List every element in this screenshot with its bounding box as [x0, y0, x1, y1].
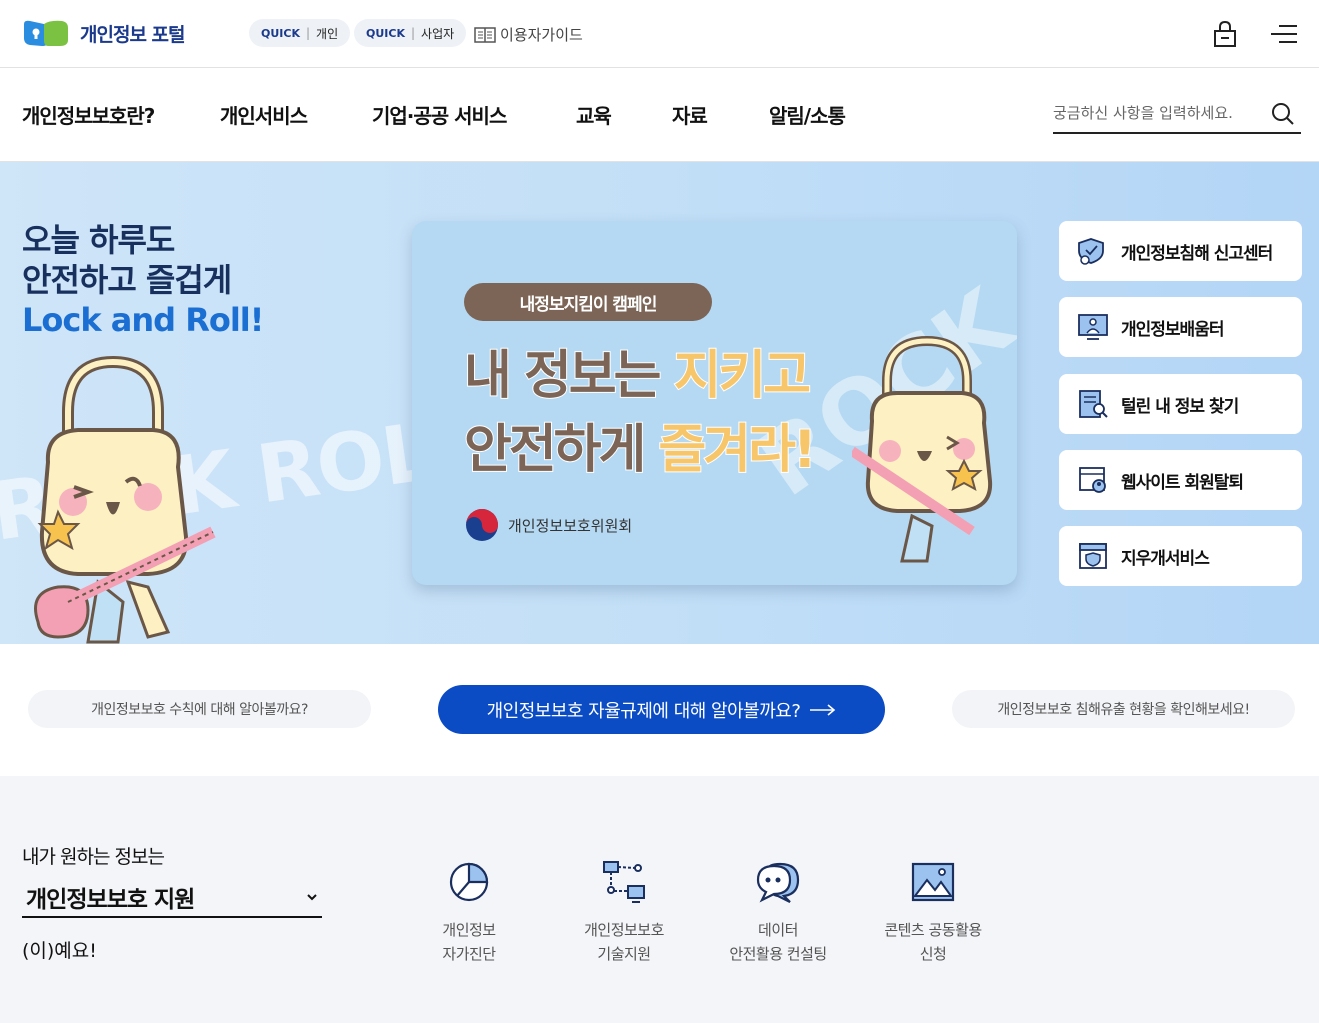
organization-name: 개인정보보호위원회: [508, 516, 633, 535]
organization: 개인정보보호위원회: [464, 507, 632, 543]
nav-item-notices[interactable]: 알림/소통: [769, 100, 846, 129]
divider: |: [410, 26, 416, 40]
campaign-pill: 내정보지킴이 캠페인: [464, 283, 712, 321]
info-category-select[interactable]: 개인정보보호 지원: [22, 878, 322, 918]
lock-mascot-illustration: [852, 335, 993, 563]
quick-business-button[interactable]: QUICK | 사업자: [354, 19, 467, 47]
banner-headline-1: 내 정보는 지키고: [463, 345, 812, 407]
side-button-website-withdrawal[interactable]: 웹사이트 회원탈퇴: [1059, 450, 1302, 510]
hero-title-line: Lock and Roll!: [22, 301, 264, 339]
side-button-label: 개인정보배움터: [1121, 319, 1224, 340]
service-label: 기술지원: [597, 945, 651, 963]
window-user-icon: [1079, 467, 1106, 493]
top-icons: [1213, 20, 1297, 48]
selector-suffix: (이)예요!: [22, 940, 97, 962]
taegeuk-icon: [466, 509, 498, 541]
nav-item-education[interactable]: 교육: [576, 100, 612, 129]
service-label: 콘텐츠 공동활용: [884, 921, 982, 939]
service-self-diagnosis[interactable]: 개인정보 자가진단: [394, 860, 544, 966]
info-links-row: 개인정보보호 수칙에 대해 알아볼까요? 개인정보보호 자율규제에 대해 알아볼…: [0, 644, 1319, 776]
campaign-banner[interactable]: ROCK 내정보지킴이 캠페인 내 정보는 지키고 안전하게 즐겨라! 개인정보…: [412, 221, 1017, 585]
arrow-right-icon: [810, 703, 836, 716]
side-button-learning[interactable]: 개인정보배움터: [1059, 297, 1302, 357]
document-search-icon: [1079, 390, 1108, 418]
monitor-teacher-icon: [1078, 314, 1108, 340]
main-nav: 개인정보보호란? 개인서비스 기업·공공 서비스 교육 자료 알림/소통: [0, 68, 1319, 162]
search-box: [1053, 98, 1301, 134]
side-button-label: 털린 내 정보 찾기: [1121, 396, 1239, 417]
user-guide-link[interactable]: 이용자가이드: [474, 24, 583, 45]
lock-mascot-illustration: [34, 355, 216, 644]
network-icon: [603, 861, 645, 903]
quick-label: 개인: [316, 26, 339, 41]
side-button-find-leaked-info[interactable]: 털린 내 정보 찾기: [1059, 374, 1302, 434]
book-icon: [474, 26, 496, 43]
logo-text: 개인정보 포털: [80, 23, 185, 46]
top-bar: 개인정보 포털 QUICK | 개인 QUICK | 사업자 이용자가이드: [0, 0, 1319, 68]
service-label: 데이터: [758, 921, 798, 939]
hero-section: ROCK ROLL 오늘 하루도 안전하고 즐겁게 Lock and Roll!…: [0, 162, 1319, 644]
nav-item-business-services[interactable]: 기업·공공 서비스: [372, 100, 507, 129]
service-label: 개인정보보호: [584, 921, 664, 939]
nav-item-personal-services[interactable]: 개인서비스: [220, 100, 308, 129]
side-button-privacy-report[interactable]: 개인정보침해 신고센터: [1059, 221, 1302, 281]
quick-tag: QUICK: [366, 26, 405, 40]
service-label: 자가진단: [442, 945, 496, 963]
service-label: 안전활용 컨설팅: [729, 945, 827, 963]
self-regulation-label: 개인정보보호 자율규제에 대해 알아볼까요?: [486, 700, 801, 722]
service-content-sharing[interactable]: 콘텐츠 공동활용 신청: [858, 860, 1008, 966]
image-icon: [911, 862, 955, 902]
site-logo[interactable]: 개인정보 포털: [22, 18, 185, 48]
user-guide-label: 이용자가이드: [500, 26, 583, 44]
search-input[interactable]: [1053, 98, 1263, 128]
hero-title-line: 오늘 하루도: [22, 221, 175, 259]
side-button-eraser-service[interactable]: 지우개서비스: [1059, 526, 1302, 586]
side-button-label: 지우개서비스: [1121, 548, 1210, 569]
chevron-down-icon: [307, 894, 317, 901]
service-label: 개인정보: [442, 921, 496, 939]
hero-title-line: 안전하고 즐겁게: [22, 261, 232, 299]
selector-prefix: 내가 원하는 정보는: [22, 846, 165, 868]
breach-status-link[interactable]: 개인정보보호 침해유출 현황을 확인해보세요!: [952, 690, 1295, 728]
quick-tag: QUICK: [261, 26, 300, 40]
chat-bubble-icon: [756, 862, 800, 903]
pie-chart-icon: [449, 862, 489, 902]
browser-shield-icon: [1079, 543, 1107, 569]
service-data-consulting[interactable]: 데이터 안전활용 컨설팅: [703, 860, 853, 966]
shield-user-icon: [1078, 238, 1104, 265]
search-icon[interactable]: [1271, 102, 1295, 126]
menu-icon[interactable]: [1271, 23, 1297, 45]
service-tech-support[interactable]: 개인정보보호 기술지원: [549, 860, 699, 966]
lock-icon[interactable]: [1213, 20, 1237, 48]
side-button-label: 개인정보침해 신고센터: [1121, 243, 1273, 264]
nav-item-about[interactable]: 개인정보보호란?: [22, 100, 155, 129]
nav-item-resources[interactable]: 자료: [672, 100, 708, 129]
service-label: 신청: [919, 945, 947, 963]
quick-personal-button[interactable]: QUICK | 개인: [249, 19, 351, 47]
info-selector-section: 내가 원하는 정보는 개인정보보호 지원 (이)예요! 개인정보 자가진단 개인…: [0, 776, 1319, 1023]
divider: |: [305, 26, 311, 40]
privacy-rules-link[interactable]: 개인정보보호 수칙에 대해 알아볼까요?: [28, 690, 371, 728]
hero-title: 오늘 하루도 안전하고 즐겁게 Lock and Roll!: [22, 220, 264, 340]
selected-value: 개인정보보호 지원: [26, 887, 195, 913]
self-regulation-button[interactable]: 개인정보보호 자율규제에 대해 알아볼까요?: [438, 685, 885, 734]
quick-label: 사업자: [421, 26, 455, 41]
banner-headline-2: 안전하게 즐겨라!: [463, 419, 818, 481]
logo-icon: [24, 20, 68, 46]
side-button-label: 웹사이트 회원탈퇴: [1121, 472, 1244, 493]
